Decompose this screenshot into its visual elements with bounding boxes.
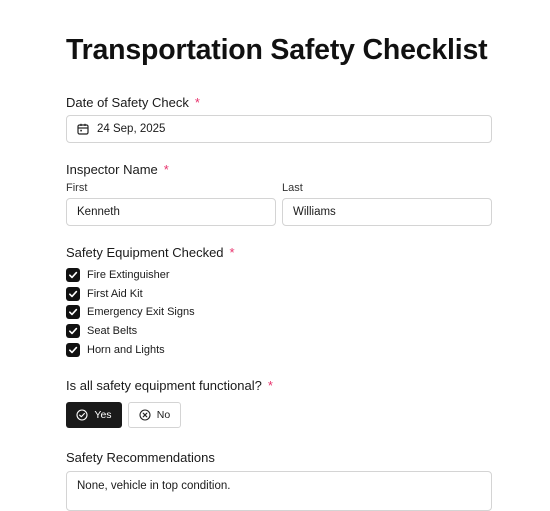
first-name-value: Kenneth	[77, 206, 120, 218]
first-name-label: First	[66, 182, 88, 194]
recommendations-textarea[interactable]: None, vehicle in top condition.	[66, 471, 492, 511]
required-marker: *	[163, 162, 169, 177]
first-name-input[interactable]: Kenneth	[66, 198, 276, 226]
date-input[interactable]: 24 Sep, 2025	[66, 115, 492, 143]
last-name-value: Williams	[293, 206, 336, 218]
checkbox-checked[interactable]	[66, 342, 80, 357]
inspector-name-label-text: Inspector Name	[66, 162, 158, 177]
date-field-label: Date of Safety Check *	[66, 95, 200, 111]
check-circle-icon	[76, 409, 88, 421]
checkbox-item-seat-belts[interactable]: Seat Belts	[66, 323, 137, 338]
no-button-label: No	[156, 409, 171, 421]
equipment-label-text: Safety Equipment Checked	[66, 245, 224, 260]
checkbox-item-fire-extinguisher[interactable]: Fire Extinguisher	[66, 267, 170, 282]
checkbox-checked[interactable]	[66, 286, 80, 301]
page-title: Transportation Safety Checklist	[66, 34, 488, 66]
inspector-name-label: Inspector Name *	[66, 162, 169, 178]
required-marker: *	[194, 95, 200, 110]
checkbox-label: Horn and Lights	[87, 343, 165, 356]
functional-question-label: Is all safety equipment functional? *	[66, 378, 273, 394]
date-field-label-text: Date of Safety Check	[66, 95, 189, 110]
no-button[interactable]: No	[128, 402, 181, 428]
recommendations-label-text: Safety Recommendations	[66, 450, 215, 465]
checkbox-item-emergency-exit-signs[interactable]: Emergency Exit Signs	[66, 304, 195, 319]
equipment-label: Safety Equipment Checked *	[66, 245, 235, 261]
checkbox-label: First Aid Kit	[87, 287, 143, 300]
yes-button[interactable]: Yes	[66, 402, 122, 428]
checkbox-label: Fire Extinguisher	[87, 268, 170, 281]
functional-question-label-text: Is all safety equipment functional?	[66, 378, 262, 393]
last-name-label: Last	[282, 182, 303, 194]
checkbox-label: Emergency Exit Signs	[87, 305, 195, 318]
checkbox-item-first-aid-kit[interactable]: First Aid Kit	[66, 286, 143, 301]
checkbox-checked[interactable]	[66, 323, 80, 338]
calendar-icon	[77, 123, 89, 135]
recommendations-value: None, vehicle in top condition.	[77, 480, 231, 492]
checkbox-label: Seat Belts	[87, 324, 138, 337]
recommendations-label: Safety Recommendations	[66, 450, 215, 466]
date-value: 24 Sep, 2025	[97, 123, 166, 135]
x-circle-icon	[139, 409, 151, 421]
checkbox-checked[interactable]	[66, 304, 80, 319]
checkbox-item-horn-and-lights[interactable]: Horn and Lights	[66, 342, 165, 357]
required-marker: *	[229, 245, 235, 260]
required-marker: *	[267, 378, 273, 393]
checkbox-checked[interactable]	[66, 267, 80, 282]
yes-button-label: Yes	[94, 409, 112, 421]
last-name-input[interactable]: Williams	[282, 198, 492, 226]
